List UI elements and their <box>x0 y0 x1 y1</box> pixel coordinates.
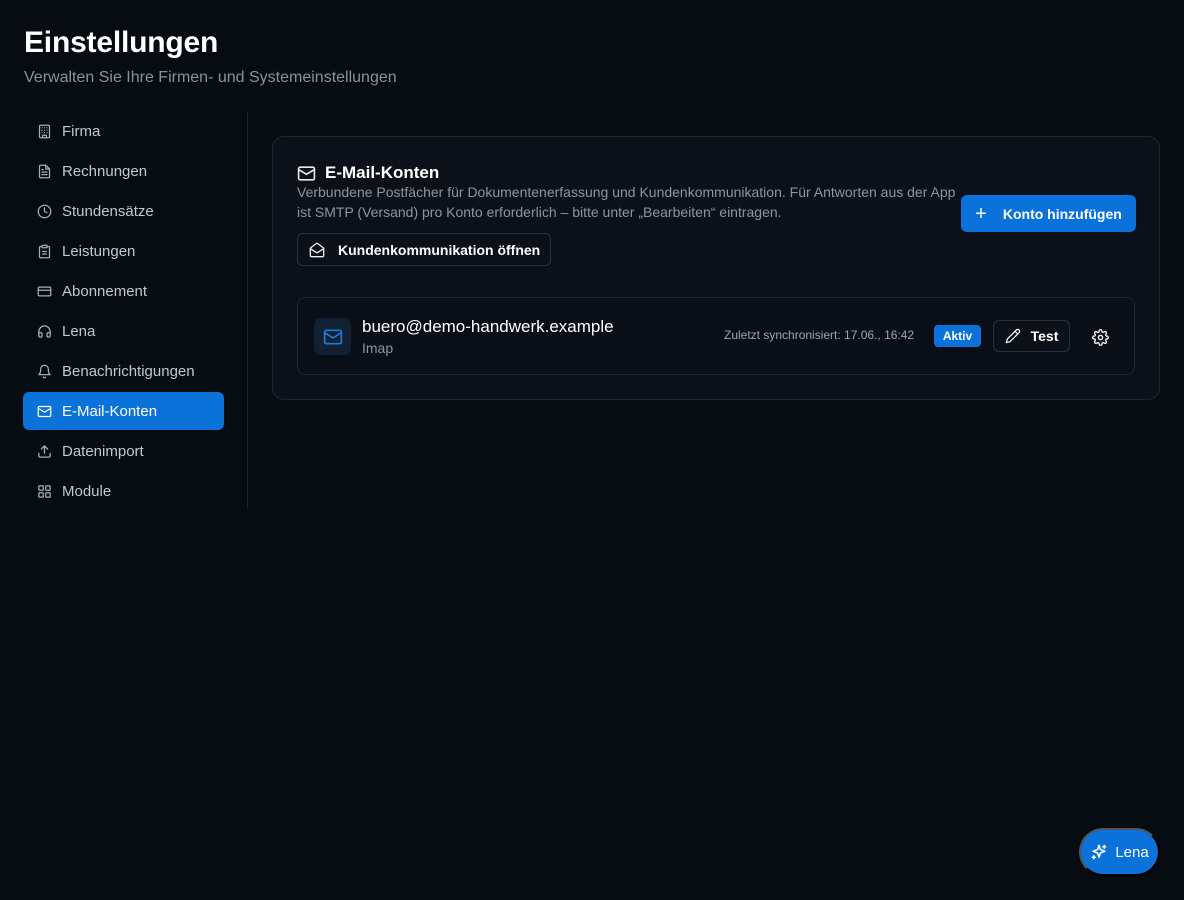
pencil-icon <box>1005 328 1020 344</box>
sidebar-item-module[interactable]: Module <box>23 472 224 510</box>
test-button-label: Test <box>1030 328 1059 344</box>
headphones-icon <box>36 323 52 339</box>
sidebar-item-label: Leistungen <box>62 242 136 260</box>
status-badge: Aktiv <box>934 325 981 347</box>
account-email: buero@demo-handwerk.example <box>362 317 614 336</box>
sidebar-item-email-konten[interactable]: E-Mail-Konten <box>23 392 224 430</box>
lena-label: Lena <box>1115 843 1149 861</box>
card-header: E-Mail-Konten <box>297 163 439 183</box>
sidebar-item-label: Datenimport <box>62 442 144 460</box>
page-header: Einstellungen Verwalten Sie Ihre Firmen-… <box>24 26 397 88</box>
sidebar-item-label: Abonnement <box>62 282 148 300</box>
account-last-sync: Zuletzt synchronisiert: 17.06., 16:42 <box>724 328 915 342</box>
sidebar-item-label: Lena <box>62 322 96 340</box>
account-mail-icon <box>314 318 351 355</box>
mail-icon <box>297 165 316 181</box>
sparkles-icon <box>1091 844 1107 860</box>
grid-icon <box>36 483 52 499</box>
sidebar-item-leistungen[interactable]: Leistungen <box>23 232 224 270</box>
sidebar-item-label: Stundensätze <box>62 202 154 220</box>
page-subtitle: Verwalten Sie Ihre Firmen- und Systemein… <box>24 69 397 86</box>
card-description: Verbundene Postfächer für Dokumentenerfa… <box>297 184 956 220</box>
file-text-icon <box>36 163 52 179</box>
test-account-button[interactable]: Test <box>993 320 1070 352</box>
lena-assistant-button[interactable]: Lena <box>1079 828 1160 876</box>
sidebar-item-label: E-Mail-Konten <box>62 402 158 420</box>
open-customer-communication-button[interactable]: Kundenkommunikation öffnen <box>297 233 551 266</box>
sidebar-item-label: Benachrichtigungen <box>62 362 195 380</box>
sidebar-item-stundensaetze[interactable]: Stundensätze <box>23 192 224 230</box>
credit-card-icon <box>36 283 52 299</box>
plus-icon: + <box>975 202 987 225</box>
settings-page: Einstellungen Verwalten Sie Ihre Firmen-… <box>0 0 1184 900</box>
sidebar-item-firma[interactable]: Firma <box>23 112 224 150</box>
clipboard-icon <box>36 243 52 259</box>
gear-icon <box>1091 328 1109 346</box>
sidebar-item-label: Module <box>62 482 112 500</box>
clock-icon <box>36 203 52 219</box>
email-accounts-card: E-Mail-Konten Verbundene Postfächer für … <box>272 136 1160 400</box>
add-account-button[interactable]: + Konto hinzufügen <box>961 195 1136 232</box>
add-account-label: Konto hinzufügen <box>1002 205 1122 222</box>
page-title: Einstellungen <box>24 26 219 59</box>
card-title: E-Mail-Konten <box>325 163 440 182</box>
bell-icon <box>36 363 52 379</box>
mail-open-icon <box>309 242 325 257</box>
account-type: Imap <box>362 340 394 356</box>
sidebar-item-lena[interactable]: Lena <box>23 312 224 350</box>
sidebar-item-label: Firma <box>62 122 101 140</box>
settings-sidebar: Firma Rechnungen Stundensätze Leistungen… <box>23 112 248 508</box>
sidebar-item-datenimport[interactable]: Datenimport <box>23 432 224 470</box>
sidebar-item-rechnungen[interactable]: Rechnungen <box>23 152 224 190</box>
email-account-row: buero@demo-handwerk.example Imap Zuletzt… <box>297 297 1135 375</box>
mail-icon <box>36 403 52 419</box>
sidebar-item-benachrichtigungen[interactable]: Benachrichtigungen <box>23 352 224 390</box>
account-settings-button[interactable] <box>1086 325 1114 349</box>
sidebar-item-label: Rechnungen <box>62 162 148 180</box>
open-customer-communication-label: Kundenkommunikation öffnen <box>338 241 541 258</box>
building-icon <box>36 123 52 139</box>
upload-icon <box>36 443 52 459</box>
sidebar-item-abonnement[interactable]: Abonnement <box>23 272 224 310</box>
